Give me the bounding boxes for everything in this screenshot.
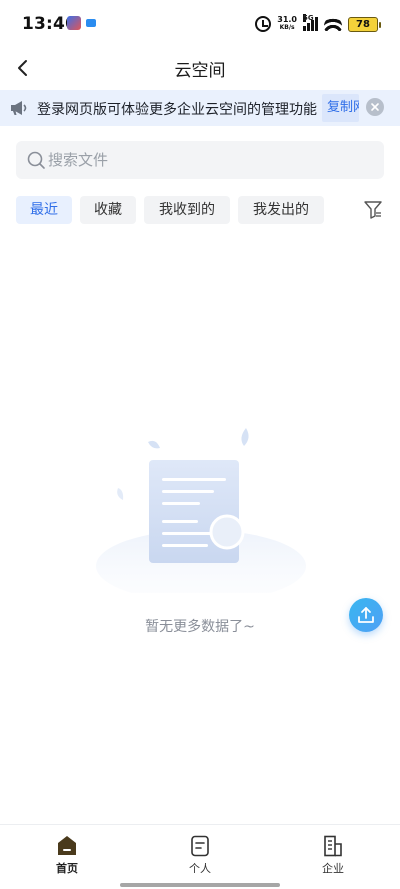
building-icon xyxy=(324,835,342,857)
tab-favorites[interactable]: 收藏 xyxy=(80,196,136,224)
tab-recent[interactable]: 最近 xyxy=(16,196,72,224)
copy-url-button[interactable]: 复制网址 xyxy=(322,94,359,122)
note-icon xyxy=(191,835,209,857)
search-input[interactable] xyxy=(48,141,368,179)
close-icon xyxy=(371,103,379,111)
status-bar: 13:40 31.0 KB/s 5G 78 xyxy=(0,0,400,48)
empty-state-message: 暂无更多数据了~ xyxy=(145,619,255,635)
page-title: 云空间 xyxy=(174,61,226,81)
title-bar: 云空间 xyxy=(0,48,400,88)
status-indicators: 31.0 KB/s 5G 78 xyxy=(255,14,381,34)
nav-item-home[interactable]: 首页 xyxy=(32,835,102,877)
nav-label-personal: 个人 xyxy=(189,862,211,875)
network-speed-unit: KB/s xyxy=(279,24,295,31)
megaphone-icon xyxy=(11,101,27,115)
upload-icon xyxy=(358,607,374,623)
home-icon xyxy=(58,836,76,855)
web-version-banner: 登录网页版可体验更多企业云空间的管理功能 复制网址 xyxy=(0,90,400,126)
notification-app-icon xyxy=(67,16,81,30)
tab-received[interactable]: 我收到的 xyxy=(144,196,230,224)
home-indicator xyxy=(120,883,280,887)
network-speed: 31.0 KB/s xyxy=(277,16,297,32)
nav-item-enterprise[interactable]: 企业 xyxy=(298,835,368,877)
search-icon xyxy=(27,151,45,169)
upload-button[interactable] xyxy=(349,598,383,632)
wifi-icon xyxy=(324,17,342,31)
bottom-navigation: 首页 个人 企业 xyxy=(0,824,400,889)
alarm-icon xyxy=(255,16,272,32)
nav-label-enterprise: 企业 xyxy=(322,862,344,875)
filter-button[interactable] xyxy=(356,196,384,224)
battery-icon: 78 xyxy=(348,16,381,32)
tab-sent[interactable]: 我发出的 xyxy=(238,196,324,224)
filter-icon xyxy=(364,201,382,219)
network-type: 5G xyxy=(303,14,314,22)
network-speed-value: 31.0 xyxy=(277,15,297,24)
nav-label-home: 首页 xyxy=(56,862,78,875)
signal-icon: 5G xyxy=(303,14,318,31)
empty-folder-illustration xyxy=(96,428,306,593)
banner-text: 登录网页版可体验更多企业云空间的管理功能 xyxy=(37,102,317,118)
banner-close-button[interactable] xyxy=(366,98,384,116)
nav-item-personal[interactable]: 个人 xyxy=(165,835,235,877)
battery-level: 78 xyxy=(356,18,370,30)
search-bar[interactable] xyxy=(16,141,384,179)
notification-app-icon xyxy=(86,19,96,27)
